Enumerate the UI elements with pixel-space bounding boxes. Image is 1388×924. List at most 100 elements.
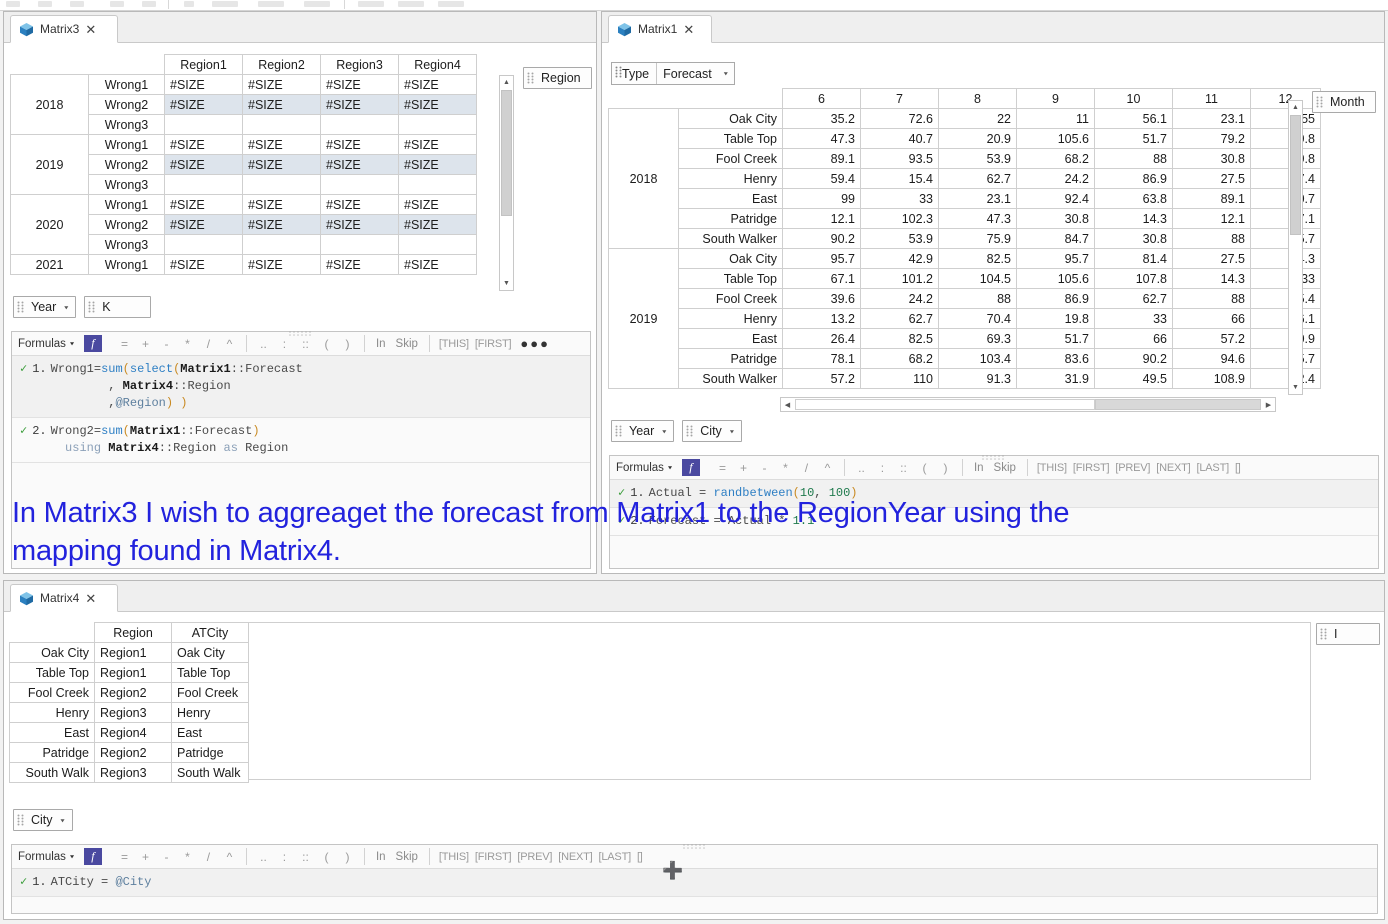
table-cell[interactable]: 66 (1172, 308, 1251, 329)
table-cell[interactable]: 88 (1172, 228, 1251, 249)
matrix1-hscrollbar[interactable]: ◀ ▶ (780, 397, 1276, 412)
row-header-year[interactable]: 2018 (10, 74, 89, 135)
chip-year[interactable]: Year ▾ (611, 420, 675, 442)
column-header[interactable]: 6 (782, 88, 861, 109)
table-cell[interactable]: 99 (782, 188, 861, 209)
table-row[interactable]: 2019 Wrong1 #SIZE #SIZE #SIZE #SIZE (10, 134, 477, 195)
table-row[interactable]: Henry Region3 Henry (9, 702, 249, 723)
matrix1-vscrollbar[interactable]: ▲ ▼ (1288, 100, 1303, 395)
drag-handle-icon[interactable] (1316, 96, 1323, 109)
table-row[interactable]: South Walker90.253.975.984.730.88895.7 (609, 228, 1321, 249)
table-cell[interactable] (164, 234, 243, 255)
sym-paren-open[interactable]: ( (316, 337, 337, 351)
table-row[interactable]: 2021 Wrong1 #SIZE #SIZE #SIZE #SIZE (10, 254, 477, 275)
token-this[interactable]: [THIS] (436, 851, 472, 863)
table-cell-atcity[interactable]: Fool Creek (171, 682, 249, 703)
chevron-down-icon[interactable]: ▾ (724, 70, 728, 77)
table-row[interactable]: Table Top Region1 Table Top (9, 662, 249, 683)
chip-month[interactable]: Month (1312, 91, 1376, 113)
table-cell-region[interactable]: Region3 (94, 702, 172, 723)
op-plus[interactable]: + (135, 850, 156, 864)
table-cell[interactable]: 35.2 (782, 108, 861, 129)
table-cell[interactable]: 75.9 (938, 228, 1017, 249)
row-header-measure[interactable]: Wrong3 (88, 234, 165, 255)
table-cell[interactable]: 104.5 (938, 268, 1017, 289)
sym-dblcolon[interactable]: :: (295, 850, 316, 864)
table-cell[interactable]: 13.2 (782, 308, 861, 329)
op-divide[interactable]: / (198, 337, 219, 351)
table-cell[interactable]: 89.1 (782, 148, 861, 169)
column-header[interactable]: Region4 (398, 54, 477, 75)
scroll-right-icon[interactable]: ▶ (1262, 398, 1275, 411)
table-cell[interactable]: 103.4 (938, 348, 1017, 369)
table-cell[interactable]: 57.2 (782, 368, 861, 389)
table-cell[interactable]: 108.9 (1172, 368, 1251, 389)
row-header-year[interactable]: 2018 (608, 108, 679, 249)
row-header-city[interactable]: Henry (678, 308, 783, 329)
formula-row[interactable]: ✓ 1. ATCity = @City (12, 869, 1377, 897)
row-header-measure[interactable]: Wrong3 (88, 114, 165, 135)
table-cell[interactable]: 110 (860, 368, 939, 389)
op-minus[interactable]: - (156, 337, 177, 351)
table-cell[interactable] (320, 114, 399, 135)
table-cell[interactable]: 14.3 (1094, 208, 1173, 229)
close-icon[interactable]: ✕ (85, 23, 96, 36)
row-header-measure[interactable]: Wrong2 (88, 94, 165, 115)
op-divide[interactable]: / (796, 461, 817, 475)
row-header-measure[interactable]: Wrong2 (88, 214, 165, 235)
column-header[interactable]: Region1 (164, 54, 243, 75)
row-header-measure[interactable]: Wrong1 (88, 134, 165, 155)
table-row[interactable]: Fool Creek39.624.28886.962.78815.4 (609, 288, 1321, 309)
table-cell-atcity[interactable]: South Walk (171, 762, 249, 783)
table-cell[interactable]: 94.6 (1172, 348, 1251, 369)
chevron-down-icon[interactable]: ▾ (668, 464, 672, 471)
table-cell[interactable] (242, 114, 321, 135)
formula-row[interactable]: ✓ 2. Wrong2=sum(Matrix1::Forecast) using M… (12, 418, 590, 463)
table-cell[interactable]: 22 (938, 108, 1017, 129)
table-cell[interactable]: #SIZE (398, 134, 477, 155)
formulas-menu[interactable]: Formulas (18, 338, 70, 350)
table-cell[interactable]: 30.8 (1172, 148, 1251, 169)
table-cell[interactable]: #SIZE (164, 134, 243, 155)
column-header[interactable]: 10 (1094, 88, 1173, 109)
sym-paren-open[interactable]: ( (316, 850, 337, 864)
overflow-menu-icon[interactable]: ●●● (514, 336, 550, 351)
table-cell[interactable]: 68.2 (1016, 148, 1095, 169)
table-cell[interactable]: 27.5 (1172, 168, 1251, 189)
table-cell-region[interactable]: Region3 (94, 762, 172, 783)
chip-year[interactable]: Year ▾ (13, 296, 77, 318)
table-row[interactable]: East Region4 East (9, 722, 249, 743)
formula-text[interactable]: Wrong2=sum(Matrix1::Forecast) using Matr… (51, 423, 289, 457)
table-cell[interactable]: 83.6 (1016, 348, 1095, 369)
table-cell[interactable]: #SIZE (398, 94, 477, 115)
op-divide[interactable]: / (198, 850, 219, 864)
table-cell[interactable]: 23.1 (938, 188, 1017, 209)
tab-matrix3[interactable]: Matrix3 ✕ (10, 15, 118, 43)
op-minus[interactable]: - (754, 461, 775, 475)
scroll-up-icon[interactable]: ▲ (500, 76, 513, 89)
table-cell[interactable]: #SIZE (320, 154, 399, 175)
table-cell[interactable]: 82.5 (860, 328, 939, 349)
table-cell[interactable]: 12.1 (1172, 208, 1251, 229)
table-cell[interactable]: 30.8 (1094, 228, 1173, 249)
table-cell[interactable]: 24.2 (860, 288, 939, 309)
table-cell[interactable]: #SIZE (398, 254, 477, 275)
toolbar-icon[interactable] (184, 1, 194, 7)
table-cell[interactable] (320, 174, 399, 195)
op-multiply[interactable]: * (177, 337, 198, 351)
drag-handle-icon[interactable] (17, 301, 24, 314)
column-header[interactable]: 7 (860, 88, 939, 109)
table-cell[interactable]: 19.8 (1250, 148, 1321, 169)
toolbar-icon[interactable] (38, 1, 52, 7)
table-cell-atcity[interactable]: East (171, 722, 249, 743)
row-header-city[interactable]: South Walker (678, 228, 783, 249)
chevron-down-icon[interactable]: ▾ (61, 816, 65, 823)
formula-row[interactable]: ✓ 1. Wrong1=sum(select(Matrix1::Forecast ,… (12, 356, 590, 418)
sym-paren-close[interactable]: ) (935, 461, 956, 475)
kw-in[interactable]: In (969, 462, 989, 474)
table-cell[interactable]: #SIZE (398, 214, 477, 235)
op-plus[interactable]: + (733, 461, 754, 475)
table-cell[interactable]: 51.7 (1016, 328, 1095, 349)
row-header-year[interactable]: 2020 (10, 194, 89, 255)
token-brackets[interactable]: [] (634, 851, 646, 863)
